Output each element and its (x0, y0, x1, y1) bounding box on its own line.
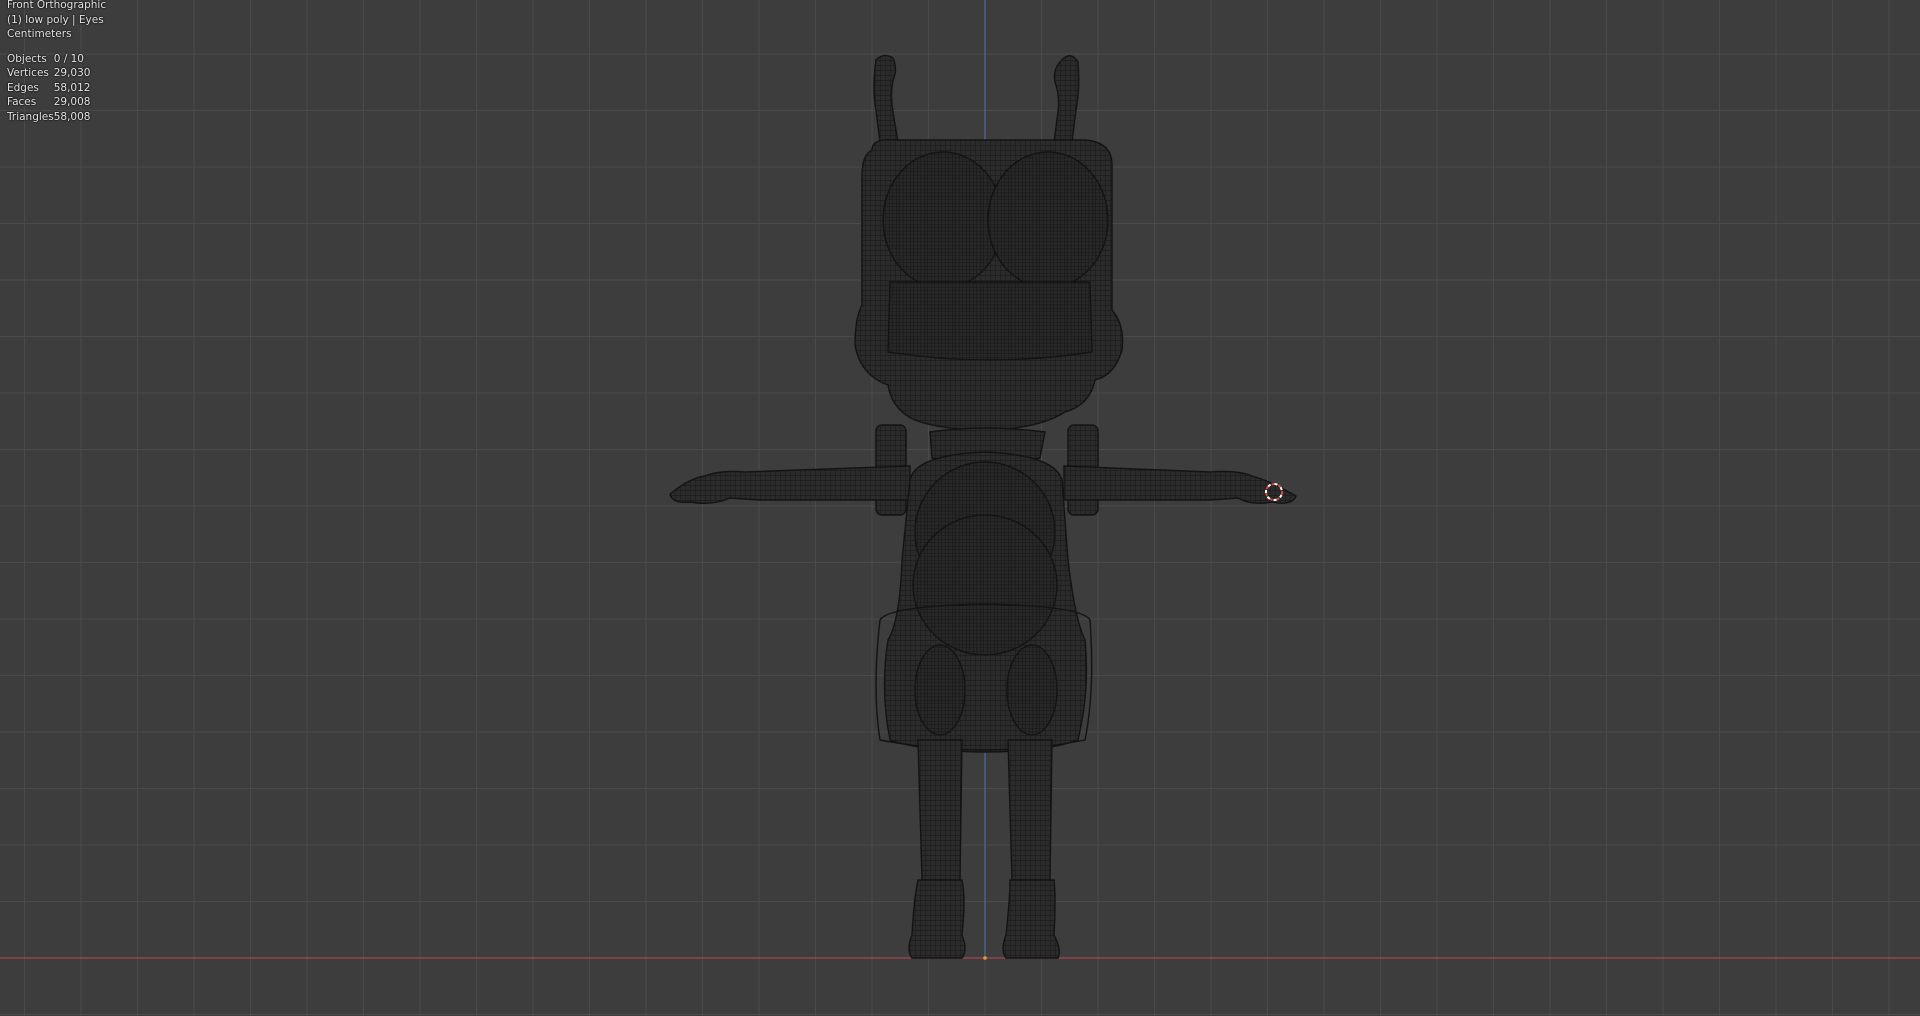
view-name-label: Front Orthographic (7, 0, 107, 11)
collection-info-label: (1) low poly | Eyes (7, 13, 104, 26)
stat-label: Triangles (7, 110, 54, 123)
scene-statistics: Objects 0 / 10 Vertices 29,030 Edges 58,… (7, 52, 90, 125)
left-antenna (873, 54, 899, 143)
torso-belly (912, 514, 1058, 656)
right-leg (1007, 739, 1053, 881)
stat-value: 58,008 (53, 110, 91, 123)
stat-label: Objects (7, 52, 47, 65)
left-boot (908, 879, 966, 959)
stat-value: 29,030 (53, 67, 91, 79)
stat-value: 29,008 (53, 96, 91, 108)
right-thigh (1006, 644, 1058, 736)
3d-viewport[interactable]: Front Orthographic (1) low poly | Eyes C… (0, 0, 1920, 1016)
right-antenna (1053, 55, 1080, 143)
stat-row-faces: Faces 29,008 (7, 95, 90, 110)
stat-label: Edges (7, 81, 39, 94)
stat-value: 58,012 (53, 81, 91, 94)
right-boot (1002, 879, 1061, 959)
stat-row-vertices: Vertices 29,030 (7, 66, 90, 81)
stat-label: Vertices (7, 67, 49, 79)
units-label: Centimeters (7, 28, 72, 40)
stat-row-objects: Objects 0 / 10 (7, 52, 90, 67)
left-arm (669, 465, 911, 505)
stat-value: 0 / 10 (53, 52, 84, 65)
visor-band (887, 281, 1093, 361)
stat-row-edges: Edges 58,012 (7, 81, 90, 96)
stat-row-triangles: Triangles 58,008 (7, 110, 90, 125)
left-eye-lens (882, 151, 1004, 289)
viewport-text-overlay: Front Orthographic (1) low poly | Eyes C… (7, 0, 106, 124)
character-mesh (669, 54, 1297, 959)
left-thigh (914, 644, 966, 736)
right-eye-lens (987, 151, 1109, 289)
stat-label: Faces (7, 96, 37, 108)
left-leg (917, 739, 963, 881)
character-wireframe-model[interactable] (0, 0, 1920, 1016)
right-arm (1063, 465, 1297, 505)
